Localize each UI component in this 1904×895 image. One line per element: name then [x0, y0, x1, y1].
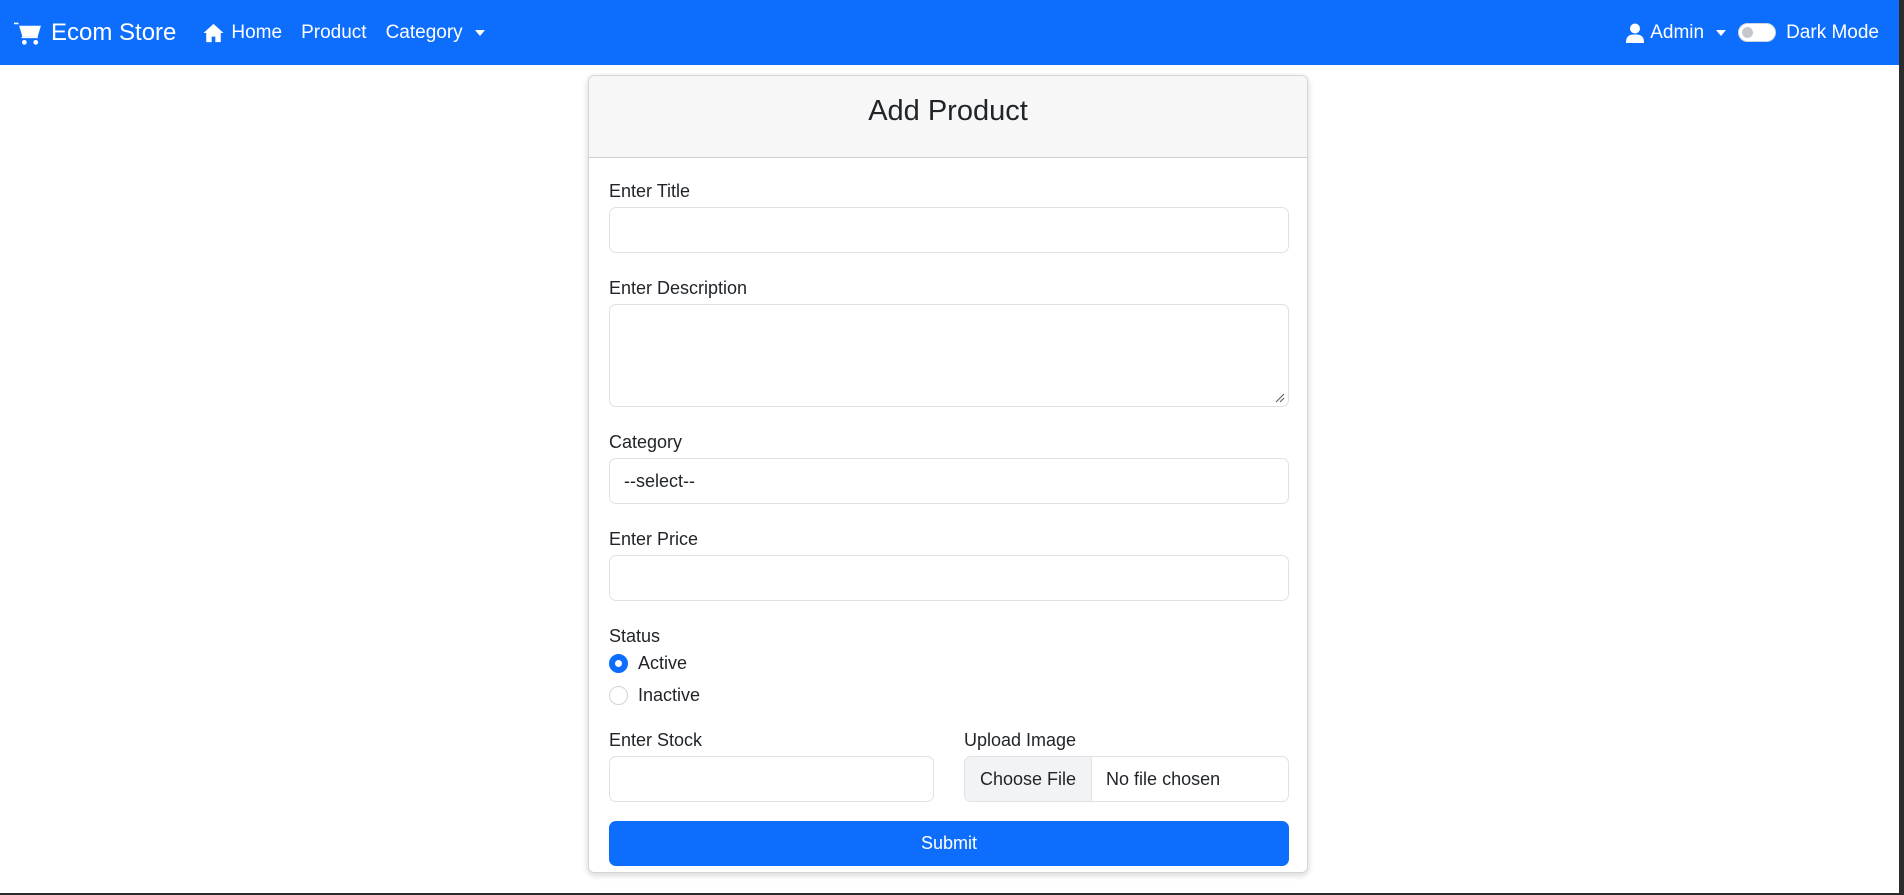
image-field: Upload Image Choose File No file chosen — [964, 730, 1289, 802]
submit-button[interactable]: Submit — [609, 821, 1289, 866]
add-product-card: Add Product Enter Title Enter Descriptio… — [588, 75, 1308, 873]
card-body: Enter Title Enter Description Category -… — [589, 158, 1307, 866]
description-label: Enter Description — [609, 278, 748, 298]
dark-mode-label: Dark Mode — [1786, 21, 1879, 43]
chevron-down-icon — [1716, 29, 1727, 36]
choose-file-button[interactable]: Choose File — [965, 757, 1093, 801]
price-field: Enter Price — [609, 529, 1289, 601]
nav-home-link[interactable]: Home — [202, 22, 282, 44]
dark-mode-toggle[interactable]: Dark Mode — [1738, 22, 1879, 44]
price-label: Enter Price — [609, 529, 699, 549]
navbar: Ecom Store Home Product Category Admin D… — [0, 0, 1899, 65]
category-select[interactable]: --select-- — [609, 458, 1289, 504]
category-label: Category — [609, 432, 683, 452]
nav-home-label: Home — [231, 21, 283, 43]
switch-knob — [1742, 27, 1754, 38]
image-file-input[interactable]: Choose File No file chosen — [964, 756, 1289, 802]
status-active-label: Active — [638, 652, 688, 673]
no-file-text: No file chosen — [1106, 768, 1221, 789]
nav-product-label: Product — [301, 21, 367, 43]
admin-dropdown[interactable]: Admin — [1626, 21, 1727, 44]
card-header: Add Product — [589, 76, 1307, 158]
nav-product-link[interactable]: Product — [301, 22, 366, 44]
stock-input[interactable] — [609, 756, 934, 802]
brand-name: Ecom Store — [51, 18, 177, 46]
window-edge — [1899, 0, 1904, 895]
status-active-option[interactable]: Active — [609, 647, 1287, 679]
description-field: Enter Description — [609, 278, 1289, 407]
user-icon — [1626, 23, 1645, 43]
dark-mode-switch[interactable] — [1738, 23, 1777, 42]
category-field: Category --select-- — [609, 432, 1289, 504]
nav-right: Admin Dark Mode — [1626, 22, 1879, 44]
description-textarea[interactable] — [609, 304, 1289, 407]
home-icon — [203, 23, 224, 42]
page: Ecom Store Home Product Category Admin D… — [0, 0, 1904, 895]
stock-field: Enter Stock — [609, 730, 934, 802]
nav-category-dropdown[interactable]: Category — [386, 22, 485, 44]
admin-label: Admin — [1650, 21, 1705, 43]
resize-grip-icon[interactable] — [1275, 393, 1285, 403]
title-label: Enter Title — [609, 181, 691, 201]
page-title: Add Product — [868, 95, 1028, 127]
brand-link[interactable]: Ecom Store — [14, 19, 176, 47]
stock-label: Enter Stock — [609, 730, 703, 750]
status-active-radio[interactable] — [609, 653, 628, 673]
stock-image-row: Enter Stock Upload Image Choose File No … — [609, 730, 1289, 802]
title-field: Enter Title — [609, 181, 1289, 253]
status-inactive-option[interactable]: Inactive — [609, 679, 1287, 711]
status-inactive-radio[interactable] — [609, 685, 628, 705]
status-inactive-label: Inactive — [638, 684, 701, 705]
status-label: Status — [609, 626, 661, 646]
price-input[interactable] — [609, 555, 1289, 601]
status-field: Status Active Inactive — [609, 626, 1287, 711]
chevron-down-icon — [474, 29, 485, 36]
title-input[interactable] — [609, 207, 1289, 253]
nav-links: Home Product Category — [202, 22, 485, 44]
nav-category-label: Category — [385, 21, 463, 43]
shopping-cart-icon — [14, 22, 41, 45]
image-label: Upload Image — [964, 730, 1077, 750]
